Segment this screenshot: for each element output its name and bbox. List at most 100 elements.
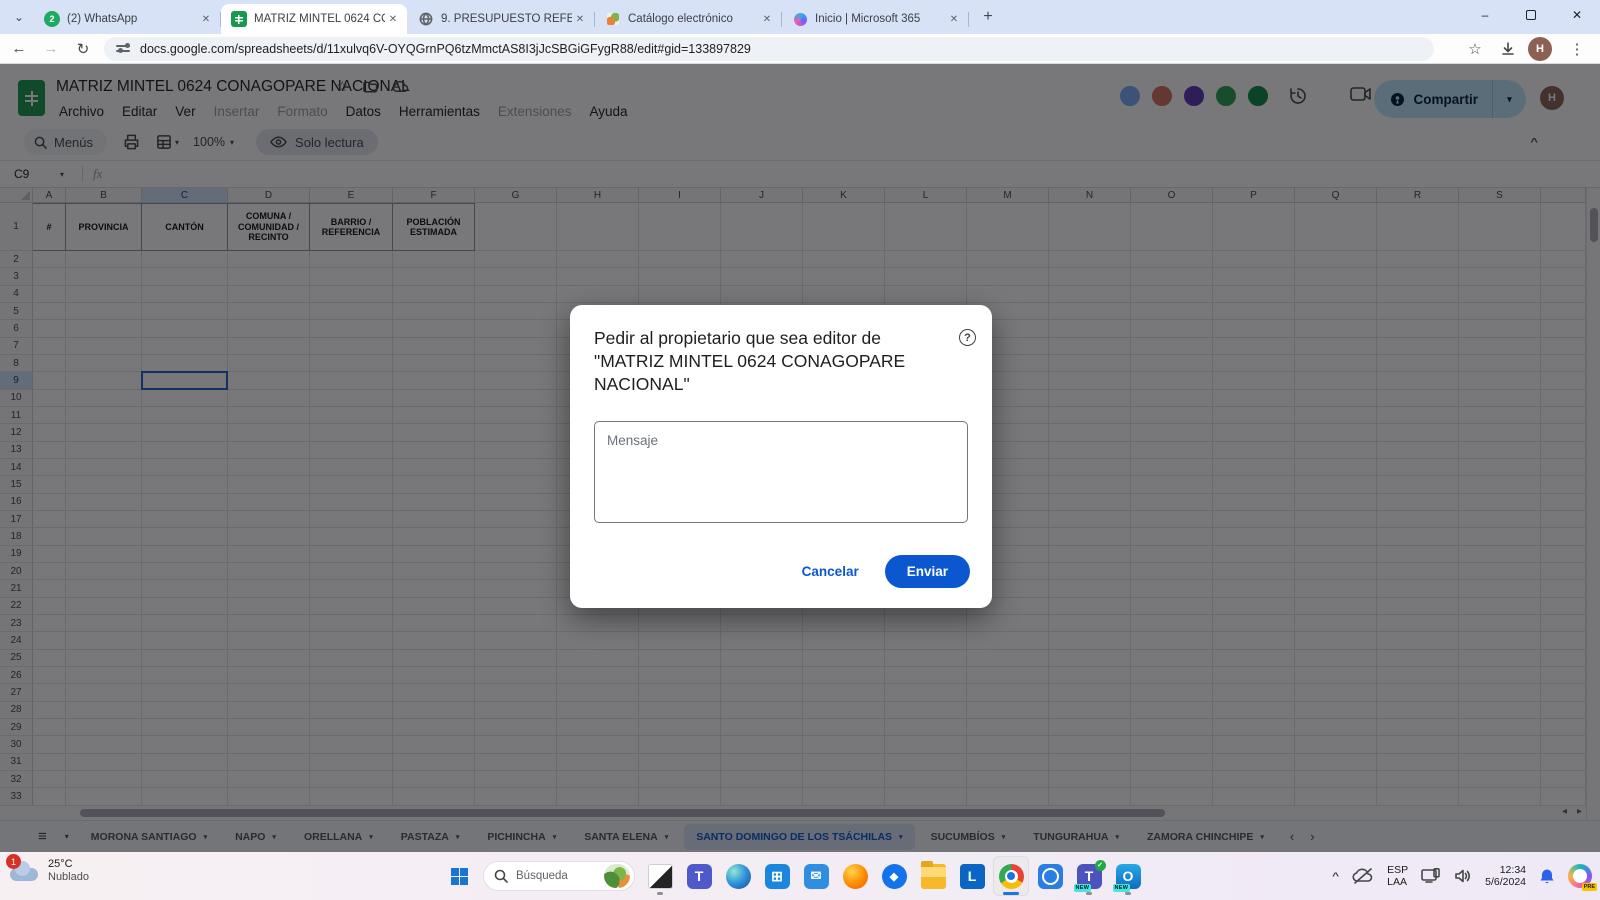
address-bar[interactable]: docs.google.com/spreadsheets/d/11xulvq6V… [104, 37, 1434, 61]
help-icon[interactable]: ? [959, 329, 976, 346]
l-app-taskbar-icon[interactable]: L [954, 856, 990, 896]
cloud-weather-icon: 1 [10, 861, 40, 881]
mail-taskbar-icon[interactable]: ✉ [798, 856, 834, 896]
bookmark-star-icon[interactable]: ☆ [1462, 36, 1488, 62]
message-input[interactable] [594, 421, 968, 523]
reload-button[interactable]: ↻ [70, 36, 96, 62]
taskbar-search[interactable]: Búsqueda [483, 861, 635, 891]
tabs-row: 2(2) WhatsApp✕MATRIZ MINTEL 0624 CONAG✕9… [34, 0, 969, 34]
notification-count-badge: 1 [6, 854, 21, 869]
tab-title: Catálogo electrónico [628, 13, 759, 25]
copilot-pre-badge: PRE [1582, 883, 1597, 891]
admin-tool-icon [1038, 864, 1063, 889]
globe-favicon [418, 11, 434, 27]
chrome-icon [999, 864, 1024, 889]
notification-bell-icon[interactable] [1539, 868, 1555, 885]
outlook-new-running-indicator [1125, 892, 1131, 895]
file-explorer-icon [921, 864, 946, 889]
window-app-icon [648, 864, 673, 889]
system-tray: ^ ESP LAA 12:34 5/6/2024 PRE [1332, 852, 1592, 900]
tab-close-icon[interactable]: ✕ [572, 11, 588, 27]
teams-new-running-indicator [1086, 892, 1092, 895]
teams-taskbar-icon[interactable]: T [681, 856, 717, 896]
m365-favicon [792, 11, 808, 27]
teams-new-check-badge: ✓ [1095, 860, 1106, 871]
browser-tab[interactable]: 9. PRESUPUESTO REFERENCIAL✕ [408, 4, 594, 34]
tab-close-icon[interactable]: ✕ [946, 11, 962, 27]
window-app-taskbar-icon[interactable] [642, 856, 678, 896]
mail-icon: ✉ [804, 864, 829, 889]
microsoft-store-icon: ⊞ [765, 864, 790, 889]
forward-button[interactable]: → [38, 36, 64, 62]
network-cast-icon[interactable] [1421, 868, 1441, 884]
whatsapp-favicon: 2 [44, 11, 60, 27]
screen: ⌄ 2(2) WhatsApp✕MATRIZ MINTEL 0624 CONAG… [0, 0, 1600, 900]
search-daily-image [604, 864, 630, 888]
weather-temp: 25°C [48, 858, 89, 871]
clock[interactable]: 12:34 5/6/2024 [1485, 864, 1526, 888]
file-explorer-taskbar-icon[interactable] [915, 856, 951, 896]
tab-title: 9. PRESUPUESTO REFERENCIAL [441, 13, 572, 25]
onedrive-paused-icon[interactable] [1352, 868, 1374, 884]
close-window-button[interactable]: ✕ [1554, 0, 1600, 30]
browser-tab[interactable]: 2 (2) WhatsApp✕ [34, 4, 220, 34]
back-button[interactable]: ← [6, 36, 32, 62]
weather-widget[interactable]: 1 25°C Nublado [10, 858, 89, 884]
browser-tab[interactable]: Inicio | Microsoft 365✕ [782, 4, 968, 34]
weather-condition: Nublado [48, 871, 89, 884]
windows-taskbar: 1 25°C Nublado Búsqueda T ⊞ ✉ ◆ L TNEW✓ ONEW ^ [0, 852, 1600, 900]
outlook-new-new-badge: NEW [1113, 884, 1131, 892]
search-placeholder: Búsqueda [516, 870, 596, 882]
dialog-title: Pedir al propietario que sea editor de "… [594, 327, 944, 396]
taskbar-apps: T ⊞ ✉ ◆ L TNEW✓ ONEW [642, 856, 1146, 896]
firefox-icon [843, 864, 868, 889]
start-button[interactable] [442, 859, 476, 893]
tab-title: MATRIZ MINTEL 0624 CONAG [254, 13, 385, 25]
new-tab-button[interactable]: + [975, 4, 1001, 30]
tab-search-icon[interactable]: ⌄ [6, 4, 32, 30]
teams-new-new-badge: NEW [1074, 884, 1092, 892]
teams-new-icon: TNEW✓ [1077, 864, 1102, 889]
teams-icon: T [687, 864, 712, 889]
language-indicator[interactable]: ESP LAA [1387, 864, 1408, 888]
defender-shield-taskbar-icon[interactable]: ◆ [876, 856, 912, 896]
minimize-button[interactable]: – [1462, 0, 1508, 30]
window-controls: – ✕ [1462, 0, 1600, 30]
tab-close-icon[interactable]: ✕ [385, 11, 401, 27]
copilot-icon[interactable]: PRE [1568, 864, 1592, 888]
edge-icon [726, 864, 751, 889]
maximize-button[interactable] [1508, 0, 1554, 30]
browser-tab[interactable]: Catálogo electrónico✕ [595, 4, 781, 34]
send-button[interactable]: Enviar [885, 555, 970, 588]
search-icon [494, 869, 508, 883]
catalog-favicon [605, 11, 621, 27]
firefox-taskbar-icon[interactable] [837, 856, 873, 896]
tab-title: Inicio | Microsoft 365 [815, 13, 946, 25]
chrome-taskbar-icon[interactable] [993, 856, 1029, 896]
browser-toolbar: ← → ↻ docs.google.com/spreadsheets/d/11x… [0, 34, 1600, 64]
tray-chevron-up-icon[interactable]: ^ [1332, 871, 1339, 882]
browser-profile-avatar[interactable]: H [1528, 37, 1552, 61]
microsoft-store-taskbar-icon[interactable]: ⊞ [759, 856, 795, 896]
browser-tab[interactable]: MATRIZ MINTEL 0624 CONAG✕ [221, 4, 407, 34]
tab-close-icon[interactable]: ✕ [198, 11, 214, 27]
tab-close-icon[interactable]: ✕ [759, 11, 775, 27]
request-edit-dialog: Pedir al propietario que sea editor de "… [570, 305, 992, 608]
window-app-running-indicator [657, 892, 663, 895]
tab-title: (2) WhatsApp [67, 13, 198, 25]
browser-tabstrip: ⌄ 2(2) WhatsApp✕MATRIZ MINTEL 0624 CONAG… [0, 0, 1600, 34]
teams-new-taskbar-icon[interactable]: TNEW✓ [1071, 856, 1107, 896]
download-icon[interactable] [1500, 41, 1516, 57]
edge-taskbar-icon[interactable] [720, 856, 756, 896]
speaker-icon[interactable] [1454, 868, 1472, 884]
cancel-button[interactable]: Cancelar [790, 556, 871, 587]
outlook-new-taskbar-icon[interactable]: ONEW [1110, 856, 1146, 896]
defender-shield-icon: ◆ [882, 864, 907, 889]
restore-icon [1526, 10, 1536, 20]
l-app-icon: L [960, 864, 985, 889]
taskbar-center: Búsqueda T ⊞ ✉ ◆ L TNEW✓ ONEW [442, 852, 1146, 900]
chrome-running-indicator [1003, 892, 1019, 895]
browser-menu-icon[interactable]: ⋮ [1564, 36, 1590, 62]
admin-tool-taskbar-icon[interactable] [1032, 856, 1068, 896]
site-settings-icon[interactable] [116, 43, 130, 55]
